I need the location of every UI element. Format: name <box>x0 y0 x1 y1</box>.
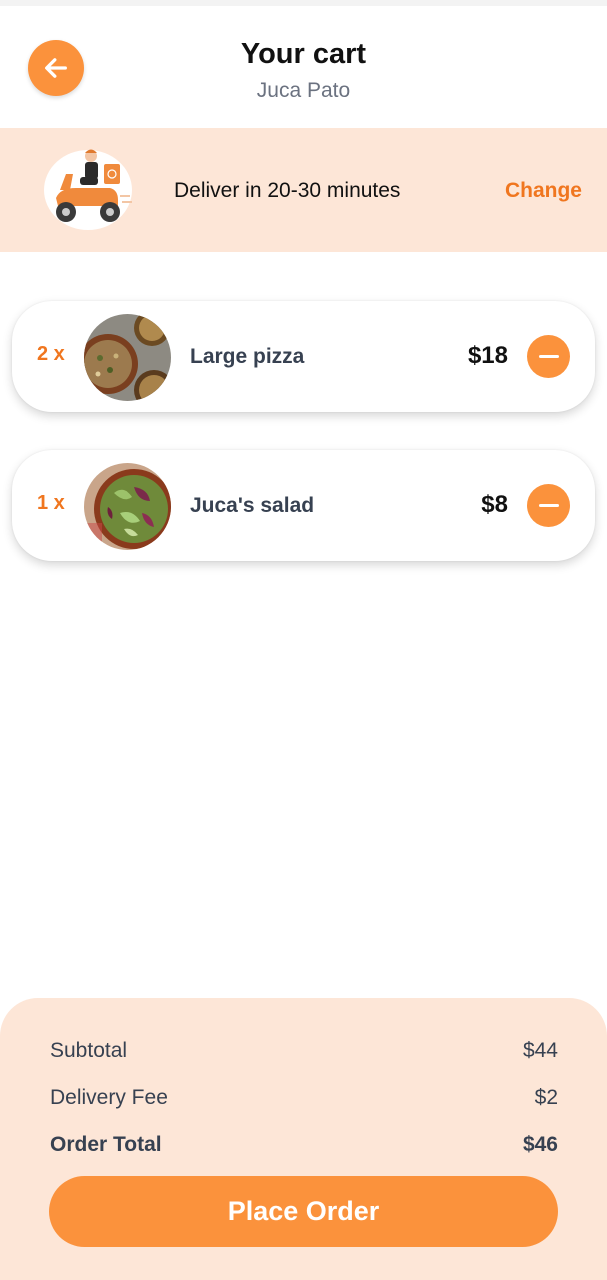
header: Your cart Juca Pato <box>0 6 607 128</box>
item-name: Large pizza <box>190 345 305 368</box>
pizza-photo <box>84 314 171 401</box>
subtotal-label: Subtotal <box>50 1039 128 1062</box>
item-name: Juca's salad <box>190 494 315 517</box>
subtotal-value: $44 <box>522 1039 558 1062</box>
restaurant-name: Juca Pato <box>256 79 351 102</box>
minus-icon <box>538 504 559 507</box>
delivery-fee-value: $2 <box>534 1086 558 1109</box>
delivery-fee-label: Delivery Fee <box>50 1086 168 1109</box>
decrease-quantity-button[interactable] <box>527 335 570 378</box>
order-total-row: Order Total $46 <box>50 1133 558 1157</box>
subtotal-row: Subtotal $44 <box>50 1039 558 1063</box>
order-summary: Subtotal $44 Delivery Fee $2 Order Total… <box>0 998 607 1280</box>
delivery-banner: Deliver in 20-30 minutes Change <box>0 128 607 252</box>
item-price: $18 <box>467 342 508 369</box>
decrease-quantity-button[interactable] <box>527 484 570 527</box>
delivery-scooter-icon <box>44 149 132 230</box>
item-price: $8 <box>481 491 508 518</box>
page-title: Your cart <box>240 38 367 70</box>
delivery-fee-row: Delivery Fee $2 <box>50 1086 558 1110</box>
cart-item: 1 x Juca's salad $8 <box>12 450 595 561</box>
change-delivery-link[interactable]: Change <box>505 179 582 203</box>
order-total-value: $46 <box>522 1133 558 1156</box>
place-order-button[interactable]: Place Order <box>49 1176 558 1247</box>
delivery-time-text: Deliver in 20-30 minutes <box>174 179 401 202</box>
salad-photo <box>84 463 171 550</box>
order-total-label: Order Total <box>50 1133 162 1156</box>
item-quantity: 2 x <box>37 343 65 365</box>
cart-item: 2 x Large pizza $18 <box>12 301 595 412</box>
minus-icon <box>538 355 559 358</box>
item-quantity: 1 x <box>37 492 65 514</box>
